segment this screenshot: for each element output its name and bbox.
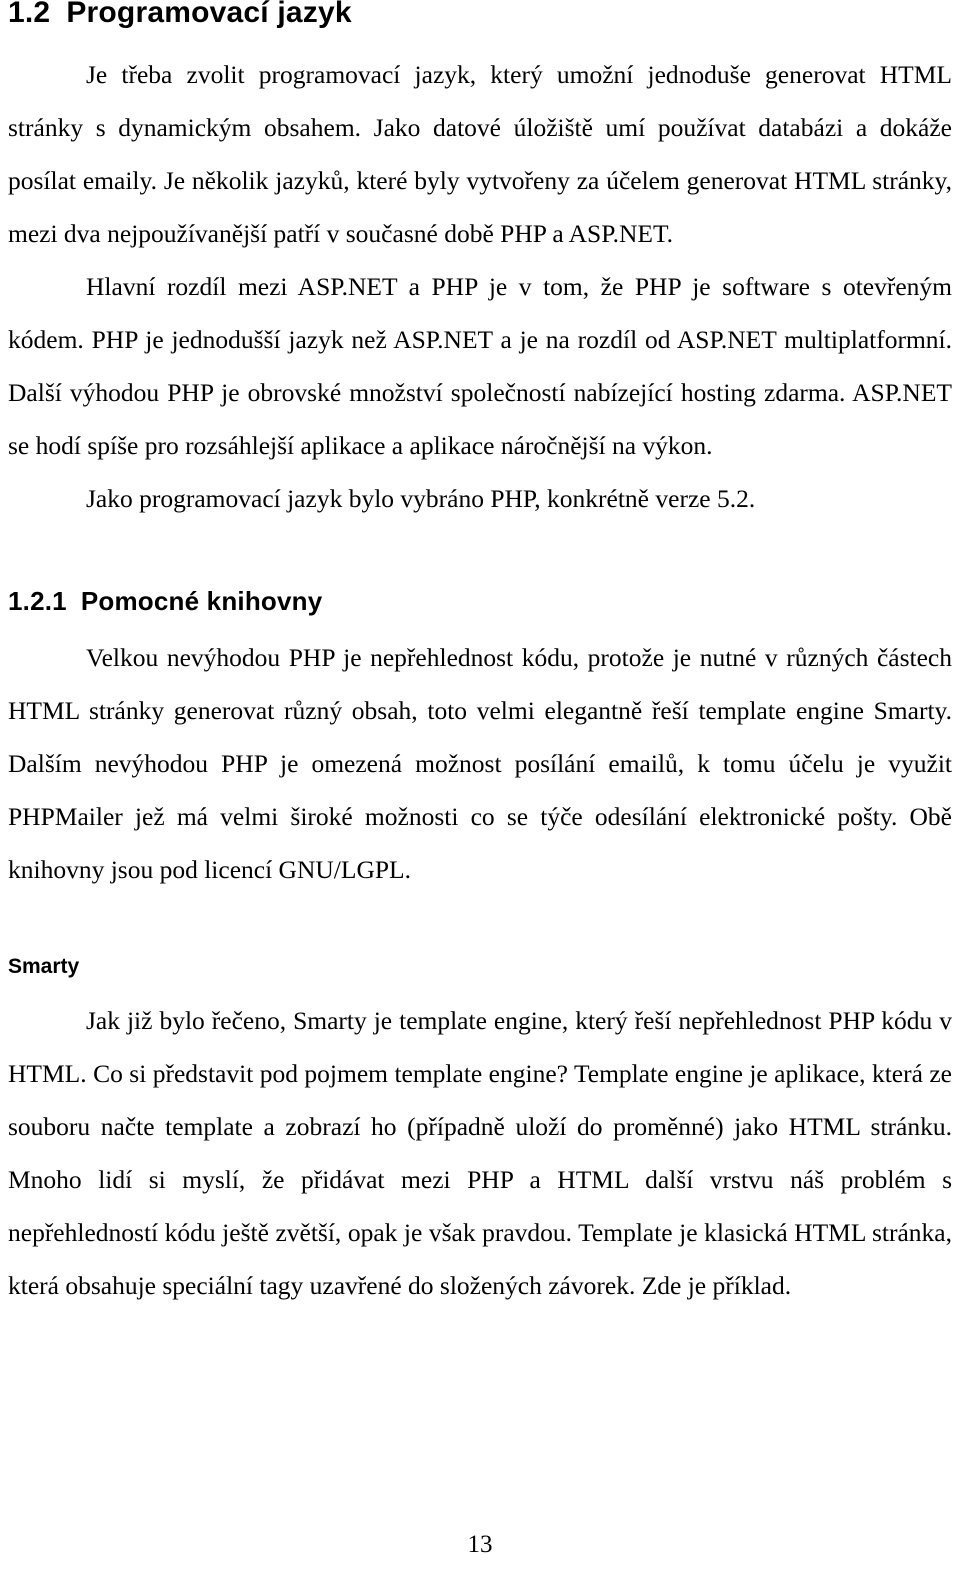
subsection-heading: 1.2.1 Pomocné knihovny [8,586,952,616]
paragraph-libraries: Velkou nevýhodou PHP je nepřehlednost kó… [8,643,952,884]
section-heading: 1.2 Programovací jazyk [8,0,952,30]
page-footer: 13 [0,1531,960,1559]
page-content: 1.2 Programovací jazyk Je třeba zvolit pr… [8,0,952,1312]
section-heading-number: 1.2 [8,0,51,29]
paragraph-smarty: Jak již bylo řečeno, Smarty je template … [8,1006,952,1300]
paragraph-comparison: Hlavní rozdíl mezi ASP.NET a PHP je v to… [8,272,952,460]
paragraph-choice: Jako programovací jazyk bylo vybráno PHP… [86,484,756,513]
page-number: 13 [467,1531,493,1558]
subsection-heading-number: 1.2.1 [8,586,67,616]
minor-heading-smarty: Smarty [8,955,80,978]
subsection-heading-title: Pomocné knihovny [80,586,323,616]
document-page: 1.2 Programovací jazyk Je třeba zvolit pr… [0,0,960,1573]
paragraph-intro: Je třeba zvolit programovací jazyk, kter… [8,60,952,248]
section-heading-title: Programovací jazyk [66,0,352,29]
